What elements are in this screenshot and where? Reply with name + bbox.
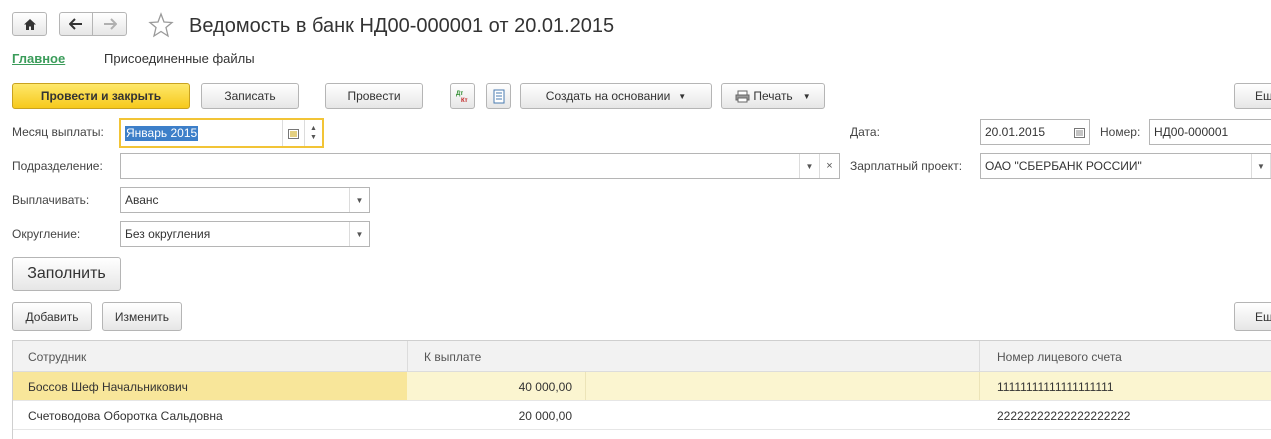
chevron-down-icon[interactable]: ▼ [349, 188, 369, 212]
edit-row-button[interactable]: Изменить [102, 302, 182, 331]
rounding-label: Округление: [12, 227, 81, 241]
pay-type-label: Выплачивать: [12, 193, 90, 207]
svg-text:Кт: Кт [461, 98, 468, 104]
create-based-on-button[interactable]: Создать на основании ▼ [520, 83, 712, 109]
stepper-up-icon[interactable]: ▲ [310, 124, 317, 133]
amount-cell: 40 000,00 [518, 380, 572, 394]
table-header: Сотрудник К выплате Номер лицевого счета [12, 340, 1271, 373]
post-button[interactable]: Провести [325, 83, 423, 109]
employee-cell: Боссов Шеф Начальникович [28, 380, 188, 394]
dt-kt-icon: Дт Кт [456, 91, 468, 104]
save-button[interactable]: Записать [201, 83, 299, 109]
table-more-button[interactable]: Ещ [1234, 302, 1271, 331]
more-button[interactable]: Еш [1234, 83, 1271, 109]
chevron-down-icon[interactable]: ▼ [349, 222, 369, 246]
tab-main[interactable]: Главное [12, 51, 65, 66]
tab-attached-files[interactable]: Присоединенные файлы [104, 51, 255, 66]
column-header-employee[interactable]: Сотрудник [28, 349, 86, 365]
table-left-border [12, 340, 13, 439]
post-and-close-button[interactable]: Провести и закрыть [12, 83, 190, 109]
stepper-down-icon[interactable]: ▼ [310, 133, 317, 142]
number-label: Номер: [1100, 125, 1141, 139]
rounding-value: Без округления [125, 227, 211, 241]
page-title: Ведомость в банк НД00-000001 от 20.01.20… [189, 15, 615, 37]
pay-type-value: Аванс [125, 193, 159, 207]
date-value: 20.01.2015 [985, 125, 1046, 139]
arrow-right-icon [103, 18, 117, 30]
column-divider [979, 341, 980, 373]
pay-month-field[interactable]: Январь 2015 ▲ ▼ [119, 118, 324, 148]
chevron-down-icon[interactable]: ▼ [1251, 154, 1271, 178]
svg-text:Дт: Дт [456, 91, 463, 97]
number-field[interactable]: НД00-000001 [1149, 119, 1271, 145]
calendar-icon[interactable] [1069, 120, 1089, 144]
calendar-icon[interactable] [282, 120, 304, 146]
table-more-label: Ещ [1255, 309, 1271, 324]
chevron-down-icon[interactable]: ▼ [799, 154, 819, 178]
date-field[interactable]: 20.01.2015 [980, 119, 1090, 145]
month-stepper[interactable]: ▲ ▼ [304, 120, 322, 146]
create-based-on-label: Создать на основании [545, 89, 671, 103]
number-value: НД00-000001 [1154, 125, 1229, 139]
pay-month-value: Январь 2015 [125, 125, 199, 141]
department-label: Подразделение: [12, 159, 103, 173]
amount-cell: 20 000,00 [518, 409, 572, 423]
document-icon [493, 89, 504, 103]
print-label: Печать [753, 89, 793, 103]
salary-project-label: Зарплатный проект: [850, 159, 963, 173]
forward-button[interactable] [92, 12, 127, 36]
column-divider [979, 372, 980, 400]
fill-button[interactable]: Заполнить [12, 257, 121, 291]
printer-icon [735, 90, 750, 102]
column-divider [585, 372, 586, 400]
column-header-amount[interactable]: К выплате [424, 349, 481, 365]
home-button[interactable] [12, 12, 47, 36]
salary-project-field[interactable]: ОАО "СБЕРБАНК РОССИИ" ▼ [980, 153, 1271, 179]
salary-project-value: ОАО "СБЕРБАНК РОССИИ" [985, 159, 1142, 173]
rounding-field[interactable]: Без округления ▼ [120, 221, 370, 247]
chevron-down-icon: ▼ [678, 91, 687, 101]
employee-cell: Счетоводова Оборотка Сальдовна [28, 409, 223, 423]
clear-icon[interactable]: × [819, 154, 839, 178]
table-row[interactable]: Боссов Шеф Начальникович 40 000,00 11111… [12, 372, 1271, 401]
account-cell: 11111111111111111111 [997, 380, 1114, 394]
print-button[interactable]: Печать ▼ [721, 83, 825, 109]
favorite-star-icon[interactable] [148, 12, 174, 38]
pay-type-field[interactable]: Аванс ▼ [120, 187, 370, 213]
dt-kt-button[interactable]: Дт Кт [450, 83, 475, 109]
chevron-down-icon: ▼ [802, 91, 811, 101]
date-label: Дата: [850, 125, 880, 139]
department-field[interactable]: ▼ × [120, 153, 840, 179]
account-cell: 22222222222222222222 [997, 409, 1131, 423]
arrow-left-icon [69, 18, 82, 30]
back-button[interactable] [59, 12, 93, 36]
table-row[interactable]: Счетоводова Оборотка Сальдовна 20 000,00… [12, 401, 1271, 430]
pay-month-label: Месяц выплаты: [12, 125, 104, 139]
home-icon [23, 18, 36, 30]
column-divider [407, 341, 408, 373]
add-row-button[interactable]: Добавить [12, 302, 92, 331]
more-label: Еш [1255, 89, 1271, 103]
column-header-account[interactable]: Номер лицевого счета [997, 349, 1122, 365]
report-button[interactable] [486, 83, 511, 109]
